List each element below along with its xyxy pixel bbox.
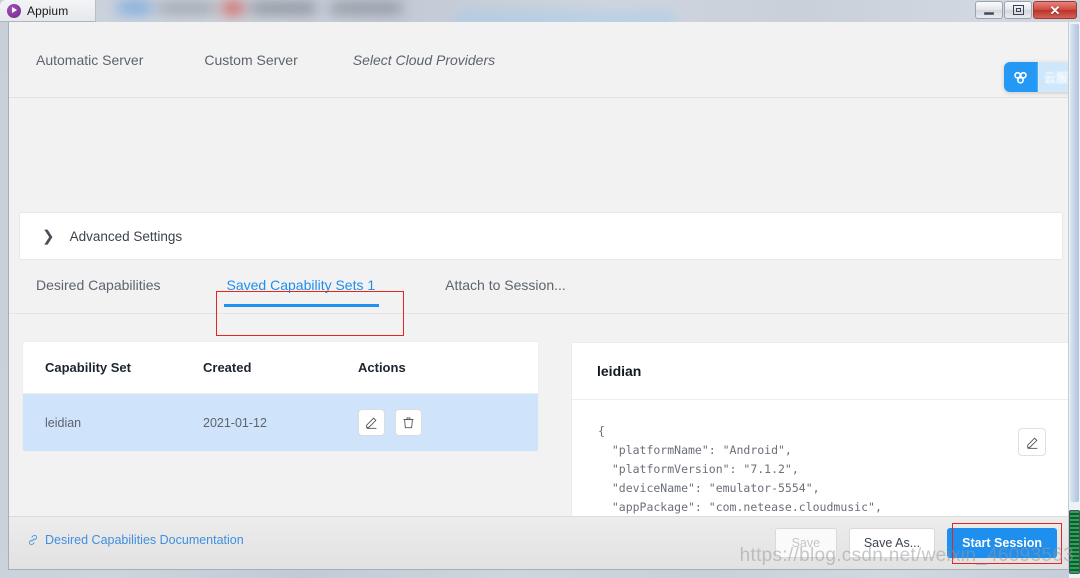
client-area: Automatic Server Custom Server Select Cl… [8,22,1072,570]
column-header-capability-set: Capability Set [45,360,131,375]
edit-icon [366,417,377,429]
tab-attach-to-session[interactable]: Attach to Session... [445,268,566,293]
window-scrollbar[interactable] [1068,22,1080,578]
delete-icon [403,417,414,429]
table-row[interactable]: leidian 2021-01-12 [23,394,538,451]
footer-button-group: Save Save As... Start Session [774,528,1057,558]
title-bar: Appium ✕ [0,0,1080,22]
column-header-actions: Actions [358,360,406,375]
cell-created-date: 2021-01-12 [203,415,267,430]
chevron-right-icon: ❯ [42,227,55,245]
close-button[interactable]: ✕ [1033,1,1077,19]
json-panel-title: leidian [572,343,1068,400]
minimize-button[interactable] [975,1,1003,19]
minimize-icon [984,11,994,15]
capability-sets-table: Capability Set Created Actions leidian 2… [23,342,538,451]
restore-button[interactable] [1004,1,1032,19]
edit-capability-set-button[interactable] [358,409,385,436]
appium-logo-icon [7,3,21,18]
json-panel-content: { "platformName": "Android", "platformVe… [598,424,882,514]
title-bar-plate: Appium [0,0,96,22]
restore-icon [1012,5,1024,15]
edit-json-button[interactable] [1018,428,1046,456]
scrollbar-bottom-indicator [1069,510,1080,574]
advanced-settings-panel[interactable]: ❯ Advanced Settings [19,212,1063,260]
cloud-service-icon [1014,71,1028,84]
server-tab-bar: Automatic Server Custom Server Select Cl… [9,22,1071,98]
scrollbar-thumb[interactable] [1070,24,1079,502]
advanced-settings-label: Advanced Settings [69,228,183,244]
doc-link-label: Desired Capabilities Documentation [45,533,244,547]
window-title: Appium [27,3,69,18]
save-button[interactable]: Save [774,528,837,558]
close-icon: ✕ [1049,2,1061,18]
client-inner: Automatic Server Custom Server Select Cl… [9,22,1071,569]
cloud-service-badge [1003,62,1038,92]
footer-bar: Desired Capabilities Documentation Save … [9,516,1071,569]
tab-desired-capabilities[interactable]: Desired Capabilities [36,268,161,293]
save-as-button[interactable]: Save As... [848,528,936,558]
server-tab-cloud-providers[interactable]: Select Cloud Providers [353,52,495,68]
server-tab-automatic[interactable]: Automatic Server [36,52,143,68]
table-header-row: Capability Set Created Actions [23,342,538,394]
cell-actions [358,409,538,436]
column-header-created: Created [203,360,252,375]
cell-capability-set-name: leidian [45,415,82,430]
desired-capabilities-documentation-link[interactable]: Desired Capabilities Documentation [27,533,244,547]
appium-window: Appium ✕ Automatic Server Custom Server … [0,0,1080,578]
capability-json-panel: leidian { "platformName": "Android", "pl… [571,342,1069,517]
start-session-button[interactable]: Start Session [947,528,1057,558]
server-tab-custom[interactable]: Custom Server [204,52,297,68]
tab-saved-capability-sets[interactable]: Saved Capability Sets 1 [223,268,379,307]
capability-tab-bar: Desired Capabilities Saved Capability Se… [9,268,1071,314]
delete-capability-set-button[interactable] [395,409,422,436]
window-controls: ✕ [975,1,1077,19]
link-icon [29,534,37,546]
edit-icon [1026,437,1037,449]
